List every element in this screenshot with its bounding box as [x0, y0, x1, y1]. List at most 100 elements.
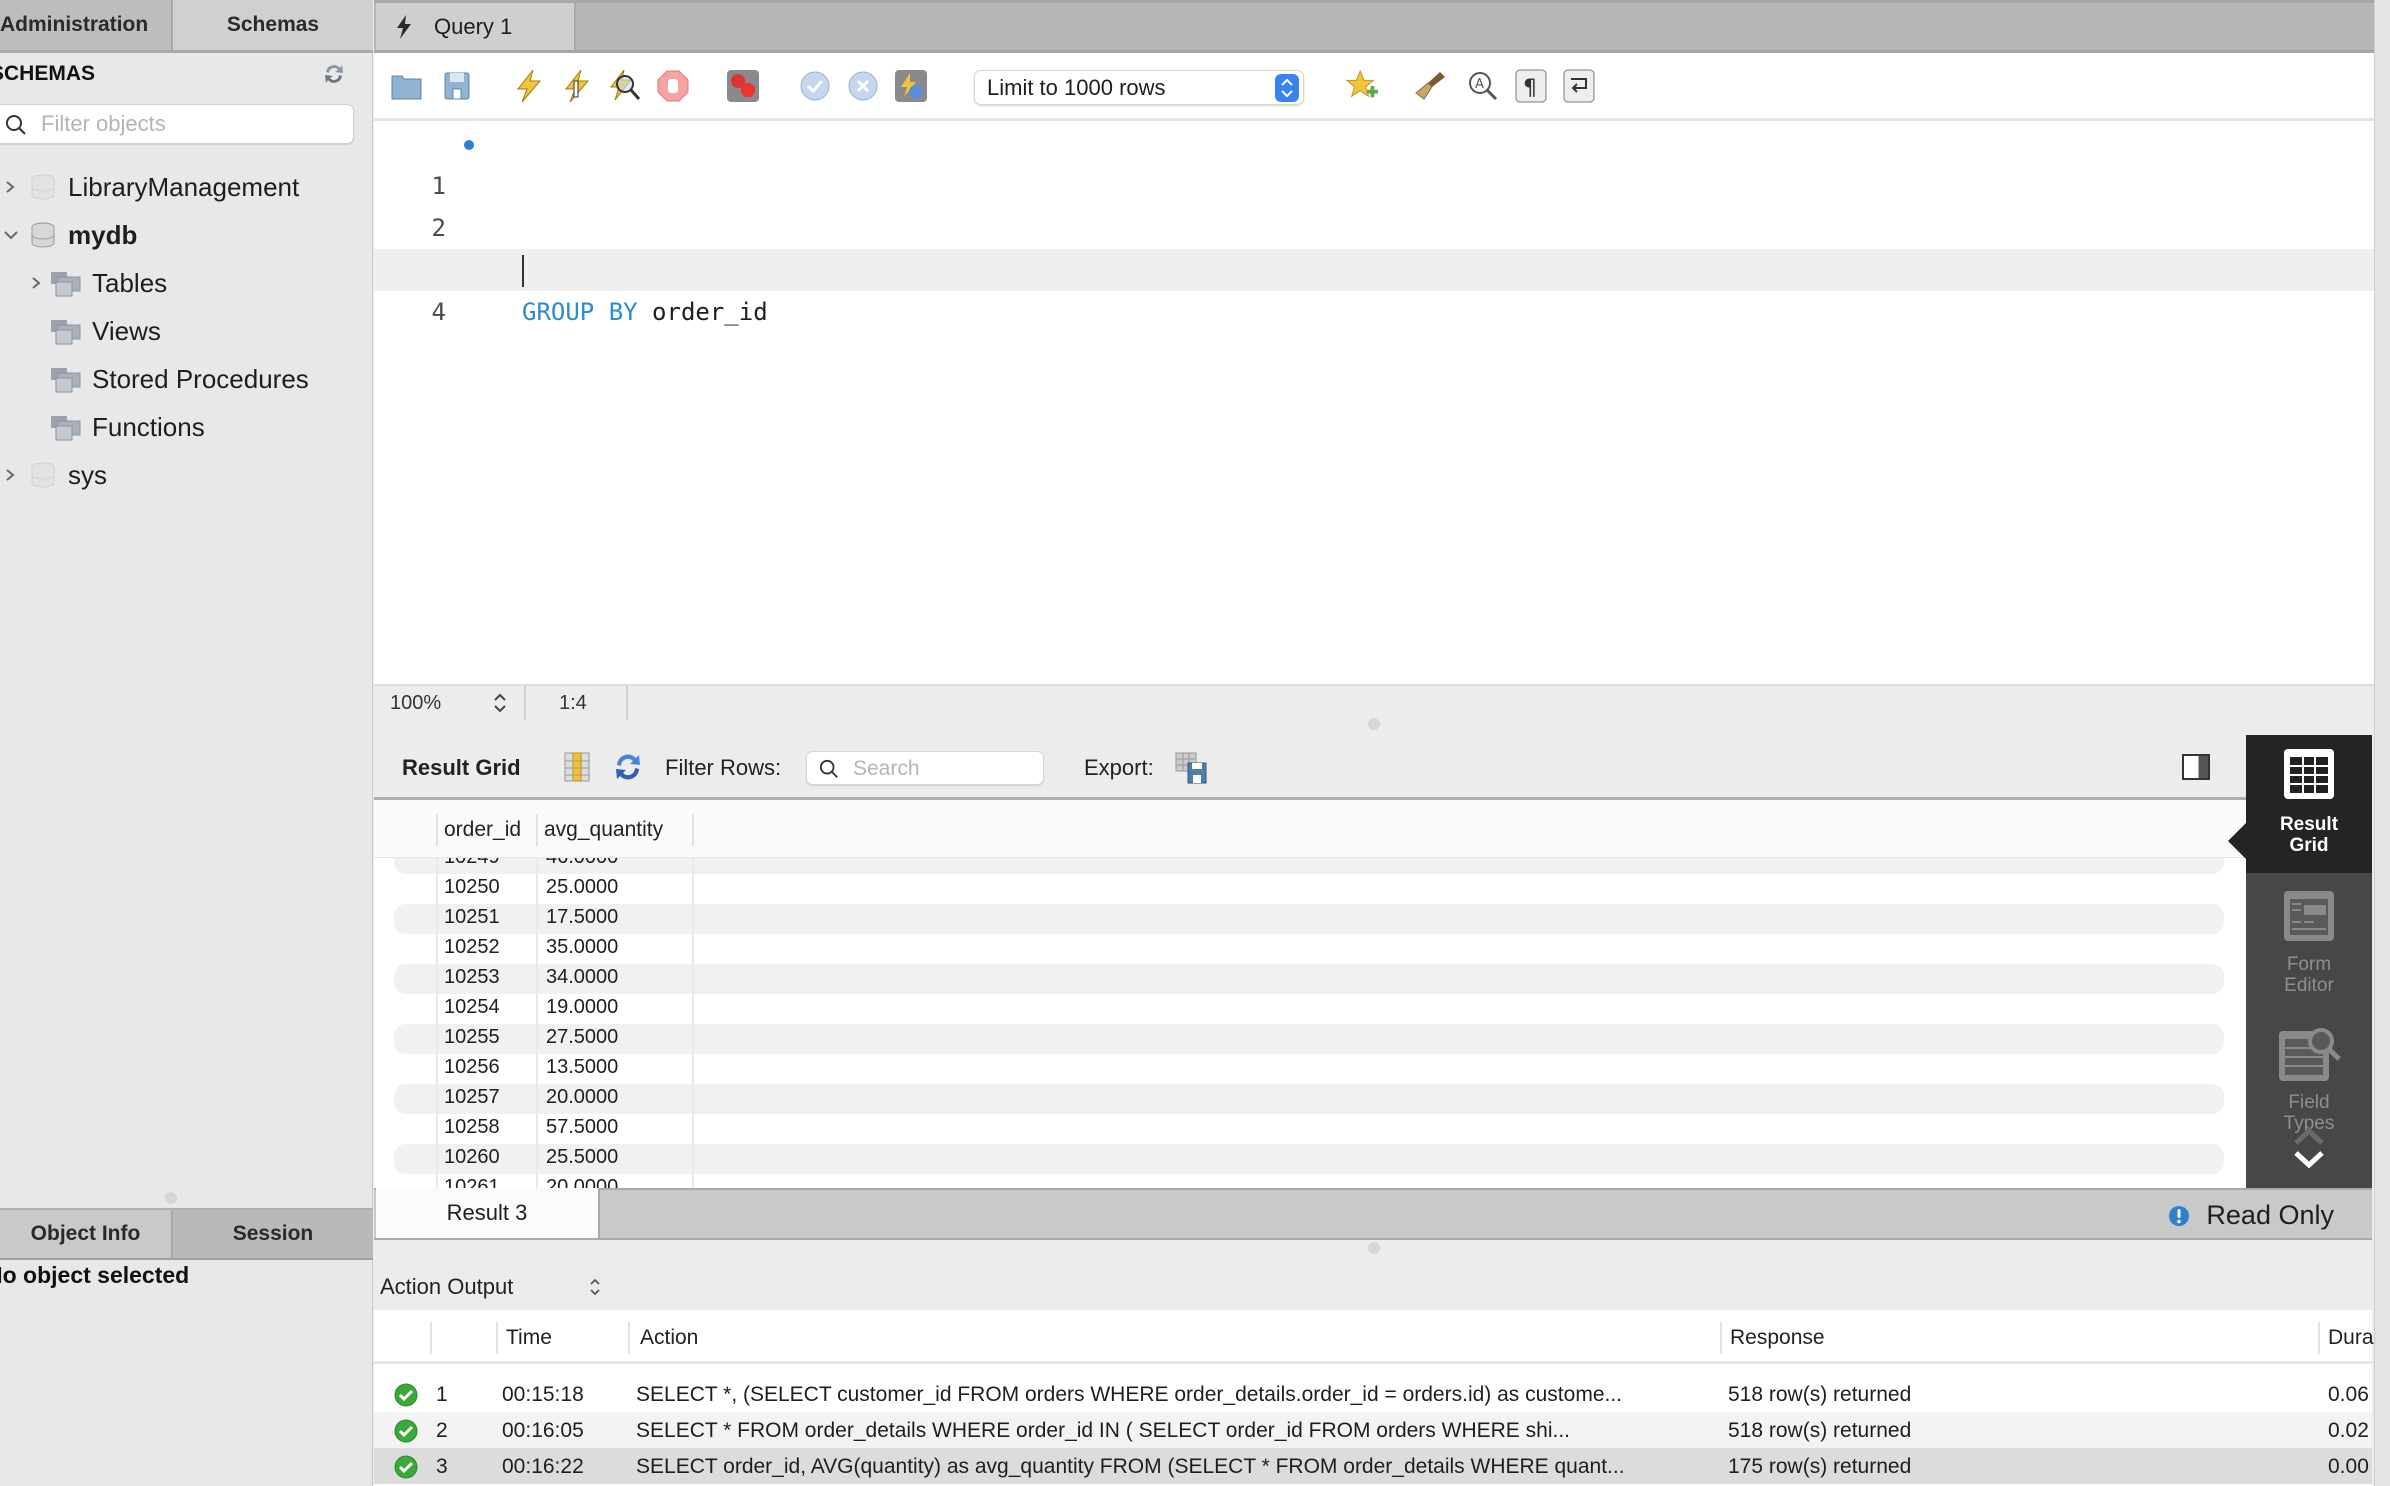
cell-avg-quantity[interactable]: 20.0000 — [546, 1086, 618, 1109]
chevron-right-icon[interactable] — [2, 466, 20, 484]
cell-order-id[interactable]: 10258 — [444, 1116, 500, 1139]
editor-line[interactable]: 1 SELECT order_id, AVG(quantity) as avg_… — [374, 123, 2374, 284]
autocommit-icon[interactable] — [894, 69, 928, 103]
editor-line[interactable]: 3 GROUP BY order_id — [374, 207, 2374, 326]
cell-order-id[interactable]: 10251 — [444, 906, 500, 929]
tree-item-mydb[interactable]: mydb — [2, 215, 137, 255]
table-row[interactable]: 10257 20.0000 — [394, 1084, 2224, 1114]
table-row[interactable]: 10252 35.0000 — [394, 934, 2224, 964]
cell-order-id[interactable]: 10257 — [444, 1086, 500, 1109]
sidebar-splitter-handle[interactable] — [165, 1192, 177, 1204]
zoom-level[interactable]: 100% — [390, 692, 441, 715]
scroll-up-icon[interactable] — [2292, 1125, 2326, 1147]
table-row[interactable]: 10255 27.5000 — [394, 1024, 2224, 1054]
chevron-right-icon[interactable] — [28, 274, 46, 292]
column-header-avg-quantity[interactable]: avg_quantity — [544, 818, 663, 842]
cell-avg-quantity[interactable]: 19.0000 — [546, 996, 618, 1019]
cell-avg-quantity[interactable]: 57.5000 — [546, 1116, 618, 1139]
tab-session[interactable]: Session — [173, 1210, 373, 1258]
tree-item-views[interactable]: Views — [50, 311, 161, 351]
tree-item-stored-procedures[interactable]: Stored Procedures — [50, 359, 309, 399]
action-row[interactable]: 3 00:16:22 SELECT order_id, AVG(quantity) … — [374, 1448, 2372, 1484]
table-row[interactable]: 10261 20.0000 — [394, 1174, 2224, 1188]
export-icon[interactable] — [1174, 751, 1208, 790]
sql-editor[interactable]: 1 SELECT order_id, AVG(quantity) as avg_… — [374, 121, 2374, 684]
editor-line-current[interactable]: 4 — [374, 249, 2374, 326]
rollback-icon[interactable] — [846, 69, 880, 103]
output-splitter-handle[interactable] — [1368, 1242, 1380, 1254]
column-toggle-icon[interactable] — [564, 751, 590, 788]
select-stepper-icon[interactable] — [588, 1276, 602, 1303]
zoom-stepper-icon[interactable] — [492, 690, 508, 722]
invisible-chars-icon[interactable]: ¶ — [1514, 69, 1548, 103]
cell-avg-quantity[interactable]: 25.0000 — [546, 876, 618, 899]
tab-query-1[interactable]: Query 1 — [376, 3, 576, 50]
cell-avg-quantity[interactable]: 17.5000 — [546, 906, 618, 929]
view-form-editor[interactable]: Form Editor — [2246, 885, 2372, 1015]
cell-order-id[interactable]: 10250 — [444, 876, 500, 899]
column-header-time[interactable]: Time — [506, 1326, 552, 1350]
action-row[interactable]: 2 00:16:05 SELECT * FROM order_details WHE… — [374, 1412, 2372, 1448]
action-row[interactable]: 1 00:15:18 SELECT *, (SELECT customer_id F… — [374, 1376, 2372, 1412]
filter-objects-field[interactable] — [0, 104, 354, 144]
cell-order-id[interactable]: 10252 — [444, 936, 500, 959]
execute-icon[interactable] — [512, 69, 546, 103]
column-header-duration[interactable]: Dura — [2328, 1326, 2374, 1350]
commit-icon[interactable] — [798, 69, 832, 103]
tree-item-sys[interactable]: sys — [2, 455, 107, 495]
tree-item-functions[interactable]: Functions — [50, 407, 205, 447]
cell-avg-quantity[interactable]: 13.5000 — [546, 1056, 618, 1079]
cell-order-id[interactable]: 10253 — [444, 966, 500, 989]
scroll-down-icon[interactable] — [2292, 1149, 2326, 1171]
table-row[interactable]: 10251 17.5000 — [394, 904, 2224, 934]
table-row[interactable]: 10260 25.5000 — [394, 1144, 2224, 1174]
cell-order-id[interactable]: 10256 — [444, 1056, 500, 1079]
cell-order-id[interactable]: 10254 — [444, 996, 500, 1019]
cell-avg-quantity[interactable]: 25.5000 — [546, 1146, 618, 1169]
tree-item-librarymanagement[interactable]: LibraryManagement — [2, 167, 299, 207]
table-row[interactable]: 10250 25.0000 — [394, 874, 2224, 904]
chevron-right-icon[interactable] — [2, 178, 20, 196]
toggle-side-panel-icon[interactable] — [2182, 754, 2210, 780]
tab-result-3[interactable]: Result 3 — [376, 1188, 600, 1238]
filter-rows-field[interactable] — [806, 751, 1044, 785]
table-row[interactable]: 10249 46.0000 — [394, 858, 2224, 874]
refresh-results-icon[interactable] — [612, 751, 644, 788]
filter-objects-input[interactable] — [41, 109, 341, 139]
open-file-icon[interactable] — [390, 69, 424, 103]
view-result-grid[interactable]: Result Grid — [2228, 735, 2372, 873]
wrap-lines-icon[interactable] — [1562, 69, 1596, 103]
column-header-response[interactable]: Response — [1730, 1326, 1825, 1350]
cell-avg-quantity[interactable]: 34.0000 — [546, 966, 618, 989]
tab-administration[interactable]: Administration — [0, 0, 173, 50]
editor-line[interactable]: 2 FROM (SELECT * FROM order_details WHER… — [374, 165, 2374, 284]
tab-schemas[interactable]: Schemas — [173, 0, 373, 50]
column-header-order-id[interactable]: order_id — [444, 818, 521, 842]
table-row[interactable]: 10253 34.0000 — [394, 964, 2224, 994]
explain-icon[interactable] — [608, 69, 642, 103]
table-row[interactable]: 10256 13.5000 — [394, 1054, 2224, 1084]
table-row[interactable]: 10258 57.5000 — [394, 1114, 2224, 1144]
editor-splitter-handle[interactable] — [1368, 718, 1380, 730]
beautify-icon[interactable] — [1414, 69, 1448, 103]
find-icon[interactable]: A — [1466, 69, 1500, 103]
cell-order-id[interactable]: 10249 — [444, 858, 500, 869]
cell-avg-quantity[interactable]: 46.0000 — [546, 858, 618, 869]
add-snippet-icon[interactable] — [1346, 69, 1380, 103]
column-header-action[interactable]: Action — [640, 1326, 698, 1350]
execute-current-icon[interactable] — [560, 69, 594, 103]
table-row[interactable]: 10254 19.0000 — [394, 994, 2224, 1024]
tab-object-info[interactable]: Object Info — [0, 1210, 173, 1258]
cell-order-id[interactable]: 10255 — [444, 1026, 500, 1049]
result-grid[interactable]: order_id avg_quantity 10249 46.0000 10250 2… — [374, 800, 2246, 1188]
cell-avg-quantity[interactable]: 20.0000 — [546, 1176, 618, 1188]
cell-avg-quantity[interactable]: 35.0000 — [546, 936, 618, 959]
cell-order-id[interactable]: 10260 — [444, 1146, 500, 1169]
filter-rows-input[interactable] — [853, 755, 1033, 783]
output-type-select[interactable]: Action Output — [380, 1274, 513, 1300]
stop-icon[interactable] — [656, 69, 690, 103]
tree-item-tables[interactable]: Tables — [28, 263, 167, 303]
chevron-down-icon[interactable] — [2, 226, 20, 244]
cell-order-id[interactable]: 10261 — [444, 1176, 500, 1188]
stop-on-error-toggle-icon[interactable] — [726, 69, 760, 103]
